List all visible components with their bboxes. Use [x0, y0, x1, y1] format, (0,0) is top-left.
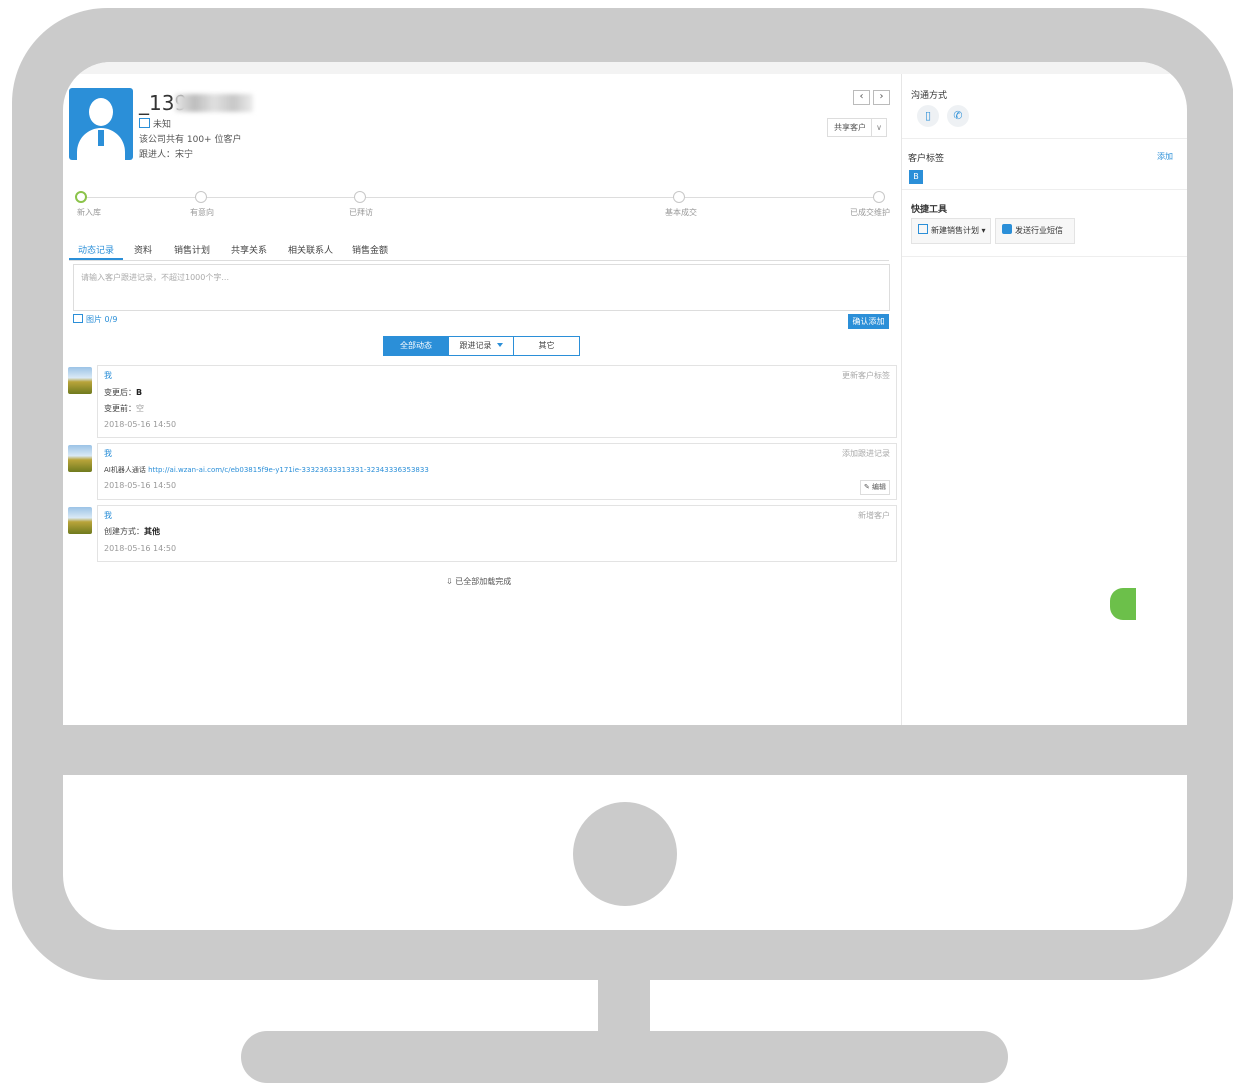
monitor-button [573, 802, 677, 906]
image-count: 图片 0/9 [86, 315, 118, 324]
stage-dot-deal[interactable] [873, 191, 885, 203]
feed-user[interactable]: 我 [104, 448, 112, 459]
new-sales-plan-button[interactable]: 新建销售计划 ▾ [911, 218, 991, 244]
stage-label: 已拜访 [349, 208, 373, 217]
filter-all[interactable]: 全部动态 [384, 337, 448, 355]
calendar-icon [918, 224, 928, 234]
feed-user[interactable]: 我 [104, 370, 112, 381]
sidebar: 沟通方式 ▯ ✆ 客户标签 添加 B 快捷工具 新建销售计划 ▾ 发送行业短信 [902, 74, 1187, 725]
stage-dot-near-deal[interactable] [673, 191, 685, 203]
feed-type: 更新客户标签 [842, 371, 890, 380]
message-icon [1002, 224, 1012, 234]
divider [902, 256, 1187, 257]
feed-type: 新增客户 [858, 511, 890, 520]
stage-label: 已成交维护 [850, 208, 890, 217]
prev-button[interactable]: ‹ [853, 90, 870, 105]
quick-tools-title: 快捷工具 [911, 205, 948, 215]
main-panel: _139 未知 该公司共有 100+ 位客户 跟进人：宋宁 ‹ › 共享客户 ∨ … [63, 74, 902, 725]
screen-top-bar [63, 62, 1187, 74]
mobile-icon[interactable]: ▯ [917, 105, 939, 127]
tab-activity[interactable]: 动态记录 [78, 243, 114, 256]
stage-label: 基本成交 [665, 208, 697, 217]
filter-other[interactable]: 其它 [514, 337, 579, 355]
call-link[interactable]: http://ai.wzan-ai.com/c/eb03815f9e-y171i… [148, 466, 429, 474]
tab-contacts[interactable]: 相关联系人 [288, 243, 333, 256]
feed-change-before: 变更前：空 [104, 404, 144, 413]
building-icon [139, 118, 150, 128]
stage-label: 新入库 [77, 208, 101, 217]
feed-time: 2018-05-16 14:50 [104, 481, 177, 490]
tab-sales-plan[interactable]: 销售计划 [174, 243, 210, 256]
feed-create-method: 创建方式：其他 [104, 527, 160, 536]
detail-tabs: 动态记录 资料 销售计划 共享关系 相关联系人 销售金额 [69, 241, 889, 261]
feed-item: 我 新增客户 创建方式：其他 2018-05-16 14:50 [97, 505, 897, 562]
monitor-stand-base [241, 1031, 1008, 1083]
follow-note-input[interactable]: 请输入客户跟进记录，不超过1000个字... [73, 264, 890, 311]
stage-dot-intent[interactable] [195, 191, 207, 203]
share-customer-label: 共享客户 [834, 123, 866, 132]
active-tab-indicator [69, 258, 123, 260]
tab-profile[interactable]: 资料 [134, 243, 152, 256]
floating-chat-badge[interactable] [1110, 588, 1136, 620]
company-customer-count: 该公司共有 100+ 位客户 [139, 135, 242, 145]
customer-tags-title: 客户标签 [908, 154, 945, 164]
tab-share[interactable]: 共享关系 [231, 243, 267, 256]
next-button[interactable]: › [873, 90, 890, 105]
phone-icon[interactable]: ✆ [947, 105, 969, 127]
confirm-add-button[interactable]: 确认添加 [848, 314, 889, 329]
add-tag-link[interactable]: 添加 [1157, 151, 1173, 162]
chevron-down-icon[interactable]: ∨ [871, 119, 886, 136]
share-customer-button[interactable]: 共享客户 ∨ [827, 118, 887, 137]
avatar [68, 367, 92, 394]
divider [902, 189, 1187, 190]
image-upload[interactable]: 图片 0/9 [73, 314, 117, 325]
crm-customer-detail: _139 未知 该公司共有 100+ 位客户 跟进人：宋宁 ‹ › 共享客户 ∨ … [63, 74, 1187, 725]
feed-time: 2018-05-16 14:50 [104, 420, 177, 429]
monitor-stand-neck [598, 978, 650, 1034]
screen: _139 未知 该公司共有 100+ 位客户 跟进人：宋宁 ‹ › 共享客户 ∨ … [63, 62, 1187, 725]
tab-sales-amount[interactable]: 销售金额 [352, 243, 388, 256]
avatar [68, 507, 92, 534]
record-navigation: ‹ › [850, 90, 890, 105]
customer-tag[interactable]: B [909, 170, 923, 184]
contact-methods-title: 沟通方式 [911, 91, 948, 101]
follower: 跟进人：宋宁 [139, 150, 194, 160]
company-line: 未知 [139, 117, 171, 130]
send-sms-button[interactable]: 发送行业短信 [995, 218, 1075, 244]
stage-label: 有意向 [190, 208, 214, 217]
company-name: 未知 [153, 120, 172, 130]
edit-button[interactable]: ✎ 编辑 [860, 480, 890, 495]
stage-dot-visited[interactable] [354, 191, 366, 203]
redacted-phone [175, 94, 253, 112]
feed-call-record: AI机器人通话 http://ai.wzan-ai.com/c/eb03815f… [104, 466, 429, 474]
load-complete: ⇩ 已全部加载完成 [446, 577, 512, 586]
customer-avatar [69, 88, 133, 160]
divider [902, 138, 1187, 139]
filter-follow[interactable]: 跟进记录 [448, 337, 514, 355]
stage-dot-new[interactable] [75, 191, 87, 203]
avatar [68, 445, 92, 472]
feed-item: 我 添加跟进记录 AI机器人通话 http://ai.wzan-ai.com/c… [97, 443, 897, 500]
filter-follow-label: 跟进记录 [459, 341, 492, 350]
feed-item: 我 更新客户标签 变更后：B 变更前：空 2018-05-16 14:50 [97, 365, 897, 438]
feed-type: 添加跟进记录 [842, 449, 890, 458]
feed-time: 2018-05-16 14:50 [104, 544, 177, 553]
image-icon [73, 314, 83, 323]
note-placeholder: 请输入客户跟进记录，不超过1000个字... [81, 273, 229, 282]
activity-filter: 全部动态 跟进记录 其它 [383, 336, 580, 356]
caret-down-icon [496, 343, 503, 347]
feed-change-after: 变更后：B [104, 388, 143, 397]
feed-user[interactable]: 我 [104, 510, 112, 521]
